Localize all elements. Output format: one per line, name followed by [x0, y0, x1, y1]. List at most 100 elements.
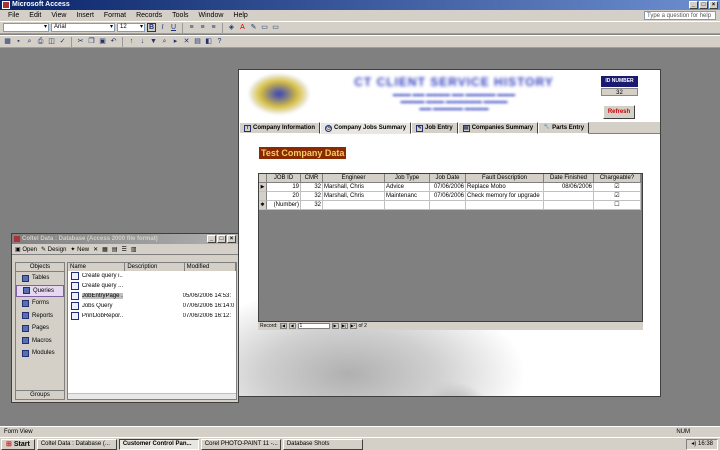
- large-icons-icon[interactable]: ▦: [102, 246, 108, 253]
- record-selector[interactable]: [259, 192, 267, 201]
- maximize-button[interactable]: □: [699, 1, 708, 9]
- object-pages[interactable]: Pages: [16, 322, 64, 335]
- tab-company-jobs-summary[interactable]: ◷ Company Jobs Summary: [320, 122, 412, 134]
- table-row-new[interactable]: ✱ (Number) 32 ☐: [259, 201, 641, 210]
- list-item[interactable]: JobEntryPage ... 05/06/2006 14:53:: [68, 291, 236, 301]
- copy-icon[interactable]: ❐: [87, 37, 96, 46]
- open-button[interactable]: ▣ Open: [15, 246, 37, 253]
- object-tables[interactable]: Tables: [16, 272, 64, 285]
- tab-company-information[interactable]: i Company Information: [239, 122, 321, 134]
- table-row[interactable]: ▶ 19 32 Marshall, Chris Advice 07/06/200…: [259, 183, 641, 192]
- last-record-button[interactable]: ▶|: [340, 323, 348, 329]
- sort-desc-icon[interactable]: ↓: [138, 37, 147, 46]
- new-record-button[interactable]: ▶*: [349, 323, 357, 329]
- undo-icon[interactable]: ↶: [109, 37, 118, 46]
- col-job-type[interactable]: Job Type: [385, 174, 430, 183]
- groups-header[interactable]: Groups: [16, 390, 64, 399]
- database-window-title-bar[interactable]: Coltel Data : Database (Access 2000 file…: [12, 234, 238, 244]
- spelling-icon[interactable]: ✓: [58, 37, 67, 46]
- list-item[interactable]: Create query ...: [68, 281, 236, 291]
- object-queries[interactable]: Queries: [16, 284, 64, 297]
- find-icon[interactable]: ⌕: [160, 37, 169, 46]
- line-width-icon[interactable]: ▭: [260, 23, 269, 32]
- new-object-icon[interactable]: ◧: [204, 37, 213, 46]
- minimize-button[interactable]: _: [689, 1, 698, 9]
- sort-asc-icon[interactable]: ↑: [127, 37, 136, 46]
- print-icon[interactable]: ⎙: [36, 37, 45, 46]
- horizontal-scrollbar[interactable]: [68, 393, 236, 399]
- align-right-icon[interactable]: ≡: [209, 23, 218, 32]
- db-minimize-button[interactable]: _: [207, 235, 216, 243]
- menu-file[interactable]: File: [3, 12, 24, 19]
- underline-button[interactable]: U: [169, 23, 178, 32]
- col-engineer[interactable]: Engineer: [323, 174, 385, 183]
- record-selector[interactable]: ▶: [259, 183, 267, 192]
- print-preview-icon[interactable]: ◫: [47, 37, 56, 46]
- tab-companies-summary[interactable]: ▤ Companies Summary: [457, 122, 539, 134]
- menu-tools[interactable]: Tools: [167, 12, 193, 19]
- close-button[interactable]: ×: [709, 1, 718, 9]
- new-button[interactable]: ✦ New: [70, 246, 89, 253]
- db-maximize-button[interactable]: □: [217, 235, 226, 243]
- col-description[interactable]: Description: [125, 263, 185, 271]
- list-item[interactable]: PrintJobRepor... 07/06/2006 16:12:: [68, 311, 236, 321]
- chargeable-checkbox[interactable]: ☑: [594, 192, 641, 201]
- help-icon[interactable]: ?: [215, 37, 224, 46]
- list-item[interactable]: Jobs Query 07/06/2006 16:14:0: [68, 301, 236, 311]
- font-color-icon[interactable]: A: [238, 23, 247, 32]
- menu-help[interactable]: Help: [228, 12, 252, 19]
- special-effect-icon[interactable]: ▭: [271, 23, 280, 32]
- menu-format[interactable]: Format: [99, 12, 131, 19]
- search-icon[interactable]: ⌕: [25, 37, 34, 46]
- small-icons-icon[interactable]: ▤: [112, 246, 118, 253]
- menu-records[interactable]: Records: [131, 12, 167, 19]
- object-modules[interactable]: Modules: [16, 347, 64, 360]
- font-size-select[interactable]: 12: [117, 23, 145, 32]
- object-forms[interactable]: Forms: [16, 297, 64, 310]
- chargeable-checkbox[interactable]: ☑: [594, 183, 641, 192]
- align-center-icon[interactable]: ≡: [198, 23, 207, 32]
- tab-job-entry[interactable]: ✎ Job Entry: [411, 122, 458, 134]
- col-date-finished[interactable]: Date Finished: [544, 174, 594, 183]
- new-record-icon[interactable]: ▸: [171, 37, 180, 46]
- record-selector[interactable]: ✱: [259, 201, 267, 210]
- menu-view[interactable]: View: [46, 12, 71, 19]
- task-coltel-database[interactable]: Coltel Data : Database (...: [36, 438, 117, 450]
- fill-color-icon[interactable]: ◈: [227, 23, 236, 32]
- align-left-icon[interactable]: ≡: [187, 23, 196, 32]
- col-name[interactable]: Name: [68, 263, 126, 271]
- help-search-input[interactable]: Type a question for help: [644, 11, 716, 20]
- col-modified[interactable]: Modified: [185, 263, 236, 271]
- line-color-icon[interactable]: ✎: [249, 23, 258, 32]
- filter-icon[interactable]: ▼: [149, 37, 158, 46]
- cut-icon[interactable]: ✂: [76, 37, 85, 46]
- task-corel-photo-paint[interactable]: Corel PHOTO-PAINT 11 -...: [200, 438, 281, 450]
- col-job-date[interactable]: Job Date: [430, 174, 466, 183]
- first-record-button[interactable]: |◀: [279, 323, 287, 329]
- table-row[interactable]: 20 32 Marshall, Chris Maintenanc 07/06/2…: [259, 192, 641, 201]
- list-item[interactable]: Create query i...: [68, 271, 236, 281]
- id-number-field[interactable]: 32: [601, 88, 638, 96]
- col-chargeable[interactable]: Chargeable?: [594, 174, 641, 183]
- start-button[interactable]: ⊞ Start: [1, 438, 35, 450]
- paste-icon[interactable]: ▣: [98, 37, 107, 46]
- chargeable-checkbox[interactable]: ☐: [594, 201, 641, 210]
- tab-parts-entry[interactable]: 🔧 Parts Entry: [538, 122, 590, 134]
- menu-insert[interactable]: Insert: [71, 12, 99, 19]
- font-select[interactable]: Arial: [51, 23, 115, 32]
- details-view-icon[interactable]: ▥: [131, 246, 137, 253]
- refresh-button[interactable]: Refresh: [603, 105, 635, 119]
- save-icon[interactable]: ▪: [14, 37, 23, 46]
- volume-icon[interactable]: ◂): [691, 441, 696, 447]
- object-macros[interactable]: Macros: [16, 335, 64, 348]
- bold-button[interactable]: B: [147, 23, 156, 32]
- object-reports[interactable]: Reports: [16, 310, 64, 323]
- design-button[interactable]: ✎ Design: [41, 246, 66, 253]
- menu-window[interactable]: Window: [194, 12, 229, 19]
- list-view-icon[interactable]: ☰: [122, 246, 127, 253]
- db-close-button[interactable]: ×: [227, 235, 236, 243]
- col-cmr[interactable]: CMR: [301, 174, 323, 183]
- col-fault-description[interactable]: Fault Description: [466, 174, 544, 183]
- object-select[interactable]: [3, 23, 49, 32]
- view-icon[interactable]: ▦: [3, 37, 12, 46]
